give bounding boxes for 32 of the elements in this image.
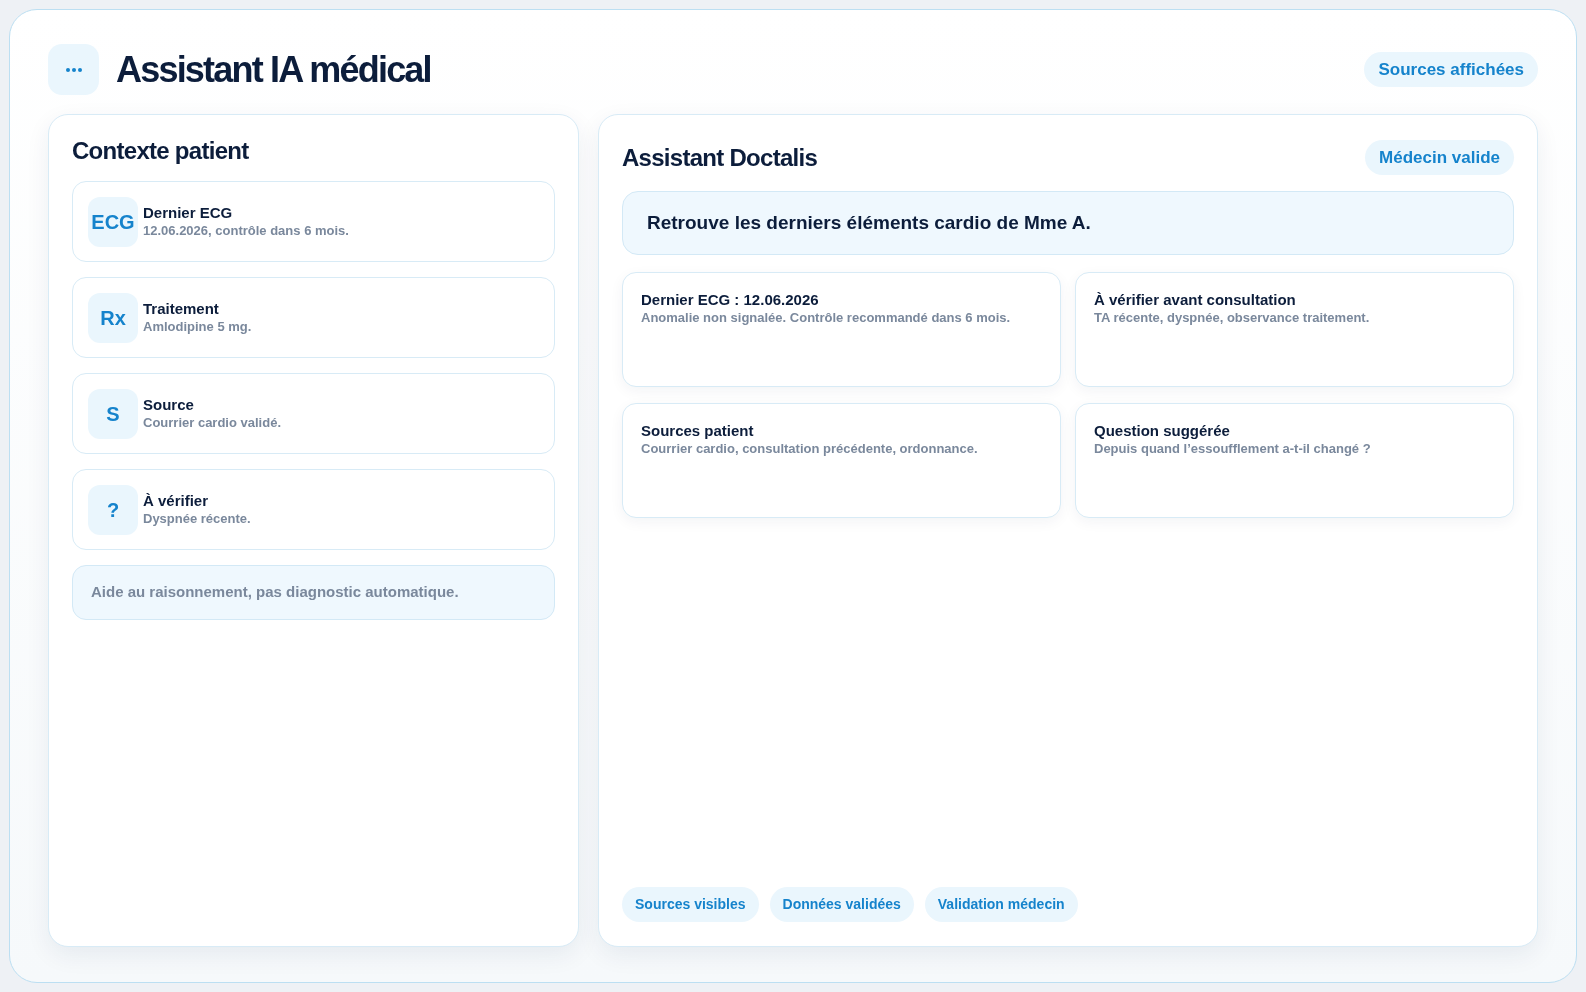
- item-title: À vérifier: [143, 492, 210, 510]
- query-text: Retrouve les derniers éléments cardio de Mme A.: [647, 210, 1091, 235]
- card-detail: Courrier cardio, consultation précédente, ordonnance.: [641, 440, 978, 457]
- item-tile: S: [88, 388, 138, 439]
- item-tile: Rx: [88, 292, 138, 343]
- item-tile: ECG: [88, 196, 138, 247]
- card-title: Dernier ECG : 12.06.2026: [641, 291, 819, 309]
- status-tag: Validation médecin: [924, 887, 1078, 922]
- card-detail: Depuis quand l’essoufflement a-t-il changé ?: [1094, 440, 1371, 457]
- validation-tag: Médecin valide: [1365, 140, 1514, 175]
- card-title: À vérifier avant consultation: [1094, 291, 1296, 309]
- item-tile: ?: [88, 484, 138, 535]
- card-detail: Anomalie non signalée. Contrôle recommandé dans 6 mois.: [641, 309, 1011, 326]
- item-detail: Courrier cardio validé.: [143, 414, 281, 431]
- card-title: Question suggérée: [1094, 422, 1230, 440]
- sources-tag: Sources affichées: [1364, 52, 1538, 87]
- status-tag: Données validées: [769, 887, 914, 922]
- item-detail: 12.06.2026, contrôle dans 6 mois.: [143, 222, 349, 239]
- more-button[interactable]: [48, 44, 99, 95]
- app-title: Assistant IA médical: [116, 47, 431, 92]
- item-detail: Dyspnée récente.: [143, 510, 251, 527]
- item-title: Source: [143, 396, 195, 414]
- item-detail: Amlodipine 5 mg.: [143, 318, 252, 335]
- item-title: Traitement: [143, 300, 220, 318]
- card-title: Sources patient: [641, 422, 754, 440]
- status-tag: Sources visibles: [622, 887, 759, 922]
- panel-title: Assistant Doctalis: [622, 142, 818, 173]
- disclaimer-text: Aide au raisonnement, pas diagnostic automatique.: [91, 582, 459, 603]
- card-detail: TA récente, dyspnée, observance traitement.: [1094, 309, 1370, 326]
- item-title: Dernier ECG: [143, 204, 234, 222]
- dots-icon: [65, 67, 82, 72]
- panel-title: Contexte patient: [72, 136, 249, 166]
